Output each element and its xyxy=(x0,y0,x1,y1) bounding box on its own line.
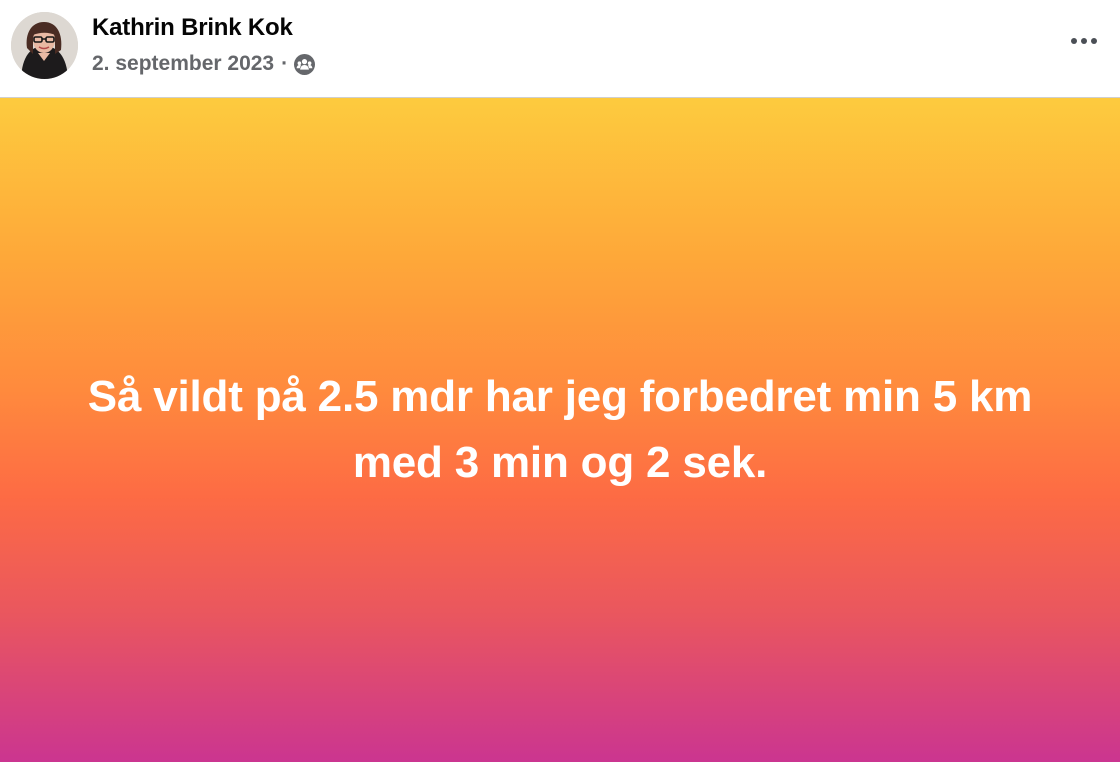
post-meta: 2. september 2023 · xyxy=(92,50,316,78)
more-options-button[interactable] xyxy=(1063,26,1105,56)
author-name[interactable]: Kathrin Brink Kok xyxy=(92,14,293,42)
status-background: Så vildt på 2.5 mdr har jeg forbedret mi… xyxy=(0,98,1120,762)
avatar[interactable] xyxy=(11,12,78,79)
more-options-icon xyxy=(1071,38,1077,44)
status-text: Så vildt på 2.5 mdr har jeg forbedret mi… xyxy=(87,372,1033,487)
post-date[interactable]: 2. september 2023 xyxy=(92,52,274,76)
meta-separator: · xyxy=(281,52,289,75)
friends-icon[interactable] xyxy=(294,53,316,75)
facebook-post: Kathrin Brink Kok 2. september 2023 · Så… xyxy=(0,0,1120,762)
avatar-image xyxy=(11,12,78,79)
post-header: Kathrin Brink Kok 2. september 2023 · xyxy=(0,0,1120,98)
